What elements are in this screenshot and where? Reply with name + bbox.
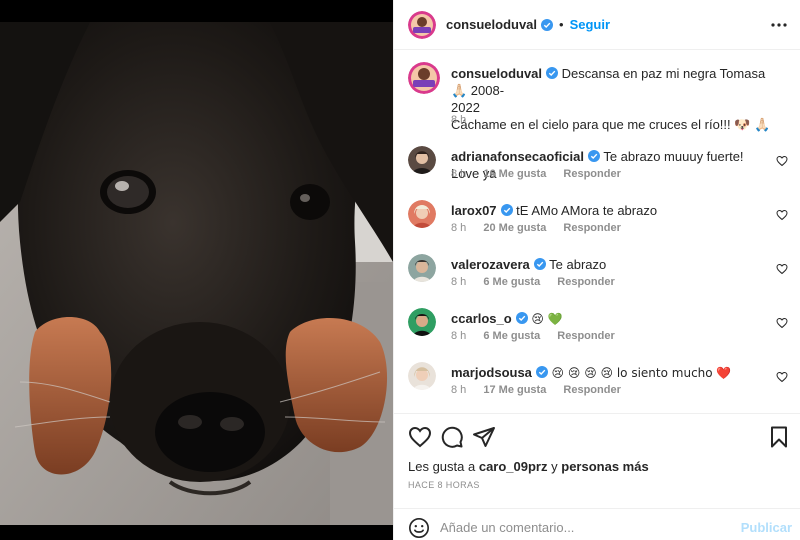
author-username[interactable]: consueloduval <box>446 17 537 32</box>
likes-user[interactable]: caro_09prz <box>479 459 548 474</box>
comment-item: valerozavera Te abrazo 8 h 6 Me gusta Re… <box>408 254 788 300</box>
comment-likes[interactable]: 17 Me gusta <box>483 384 546 396</box>
comment-text: 😢 💚 <box>531 312 563 326</box>
verified-badge-icon <box>587 150 600 162</box>
comment-icon[interactable] <box>440 425 464 449</box>
verified-badge-icon <box>533 258 546 270</box>
caption-username[interactable]: consueloduval <box>451 66 542 81</box>
comment-item: adrianafonsecaoficial Te abrazo muuuy fu… <box>408 146 788 192</box>
comment-text: Te abrazo <box>549 257 607 272</box>
verified-badge-icon <box>541 18 554 31</box>
header-separator: • <box>559 17 564 32</box>
caption-avatar[interactable] <box>408 62 440 94</box>
commenter-avatar[interactable] <box>408 200 436 228</box>
comment-meta: 8 h 16 Me gusta Responder <box>451 168 635 180</box>
more-horizontal-icon[interactable] <box>769 15 789 35</box>
likes-summary: Les gusta a caro_09prz y personas más <box>408 459 649 474</box>
post-comment-button[interactable]: Publicar <box>741 520 792 535</box>
comment-username[interactable]: valerozavera <box>451 257 530 272</box>
commenter-avatar[interactable] <box>408 308 436 336</box>
bookmark-icon[interactable] <box>767 425 791 449</box>
comment-body: marjodsousa 😢 😢 😢 😢 lo siento mucho ❤️ <box>451 364 771 382</box>
caption-text: consueloduval Descansa en paz mi negra T… <box>451 65 781 133</box>
comment-likes[interactable]: 6 Me gusta <box>483 330 540 342</box>
heart-icon[interactable] <box>776 316 788 329</box>
emoji-icon[interactable] <box>408 517 430 539</box>
commenter-avatar[interactable] <box>408 362 436 390</box>
heart-icon[interactable] <box>776 370 788 383</box>
reply-button[interactable]: Responder <box>557 276 614 288</box>
comment-body: valerozavera Te abrazo <box>451 256 771 273</box>
comment-body: ccarlos_o 😢 💚 <box>451 310 771 328</box>
verified-badge-icon <box>515 312 528 324</box>
verified-badge-icon <box>500 204 513 216</box>
comment-time: 8 h <box>451 330 467 342</box>
comment-username[interactable]: larox07 <box>451 203 497 218</box>
heart-icon[interactable] <box>776 154 788 167</box>
commenter-avatar[interactable] <box>408 254 436 282</box>
comment-meta: 8 h 6 Me gusta Responder <box>451 276 629 288</box>
reply-button[interactable]: Responder <box>563 384 620 396</box>
comment-item: marjodsousa 😢 😢 😢 😢 lo siento mucho ❤️ 8… <box>408 362 788 408</box>
comment-meta: 8 h 17 Me gusta Responder <box>451 384 635 396</box>
likes-prefix: Les gusta a <box>408 459 476 474</box>
heart-icon[interactable] <box>408 425 432 449</box>
likes-others[interactable]: personas más <box>561 459 648 474</box>
caption-line-3: Cáchame en el cielo para que me cruces e… <box>451 117 771 132</box>
post-side-panel: consueloduval • Seguir consueloduval Des… <box>393 0 800 540</box>
heart-icon[interactable] <box>776 208 788 221</box>
comment-item: larox07 tE AMo AMora te abrazo 8 h 20 Me… <box>408 200 788 246</box>
heart-icon[interactable] <box>776 262 788 275</box>
caption-line-2: 2022 <box>451 100 480 115</box>
comment-time: 8 h <box>451 222 467 234</box>
comment-likes[interactable]: 16 Me gusta <box>483 168 546 180</box>
reply-button[interactable]: Responder <box>563 222 620 234</box>
likes-conj: y <box>551 459 558 474</box>
comment-username[interactable]: marjodsousa <box>451 365 532 380</box>
comment-item: ccarlos_o 😢 💚 8 h 6 Me gusta Responder <box>408 308 788 354</box>
author-avatar[interactable] <box>408 10 436 39</box>
verified-badge-icon <box>546 67 559 79</box>
add-comment-bar: Publicar <box>394 508 800 540</box>
comment-input[interactable] <box>440 517 740 537</box>
post-image[interactable] <box>0 22 393 525</box>
comment-text: 😢 😢 😢 😢 lo siento mucho ❤️ <box>551 366 732 380</box>
verified-badge-icon <box>535 366 548 378</box>
comment-time: 8 h <box>451 384 467 396</box>
comment-likes[interactable]: 20 Me gusta <box>483 222 546 234</box>
comment-username[interactable]: adrianafonsecaoficial <box>451 149 584 164</box>
caption-time: 8 h <box>451 114 467 126</box>
post-header: consueloduval • Seguir <box>394 0 800 50</box>
send-icon[interactable] <box>472 425 496 449</box>
comment-meta: 8 h 6 Me gusta Responder <box>451 330 629 342</box>
comment-meta: 8 h 20 Me gusta Responder <box>451 222 635 234</box>
reply-button[interactable]: Responder <box>557 330 614 342</box>
comment-body: larox07 tE AMo AMora te abrazo <box>451 202 771 219</box>
comment-time: 8 h <box>451 276 467 288</box>
comment-username[interactable]: ccarlos_o <box>451 311 512 326</box>
comment-time: 8 h <box>451 168 467 180</box>
commenter-avatar[interactable] <box>408 146 436 174</box>
reply-button[interactable]: Responder <box>563 168 620 180</box>
post-actions <box>394 413 800 458</box>
post-photo-pane <box>0 0 393 540</box>
comment-text: tE AMo AMora te abrazo <box>516 203 658 218</box>
comment-likes[interactable]: 6 Me gusta <box>483 276 540 288</box>
follow-button[interactable]: Seguir <box>570 17 610 32</box>
post-timestamp[interactable]: HACE 8 HORAS <box>408 480 480 490</box>
